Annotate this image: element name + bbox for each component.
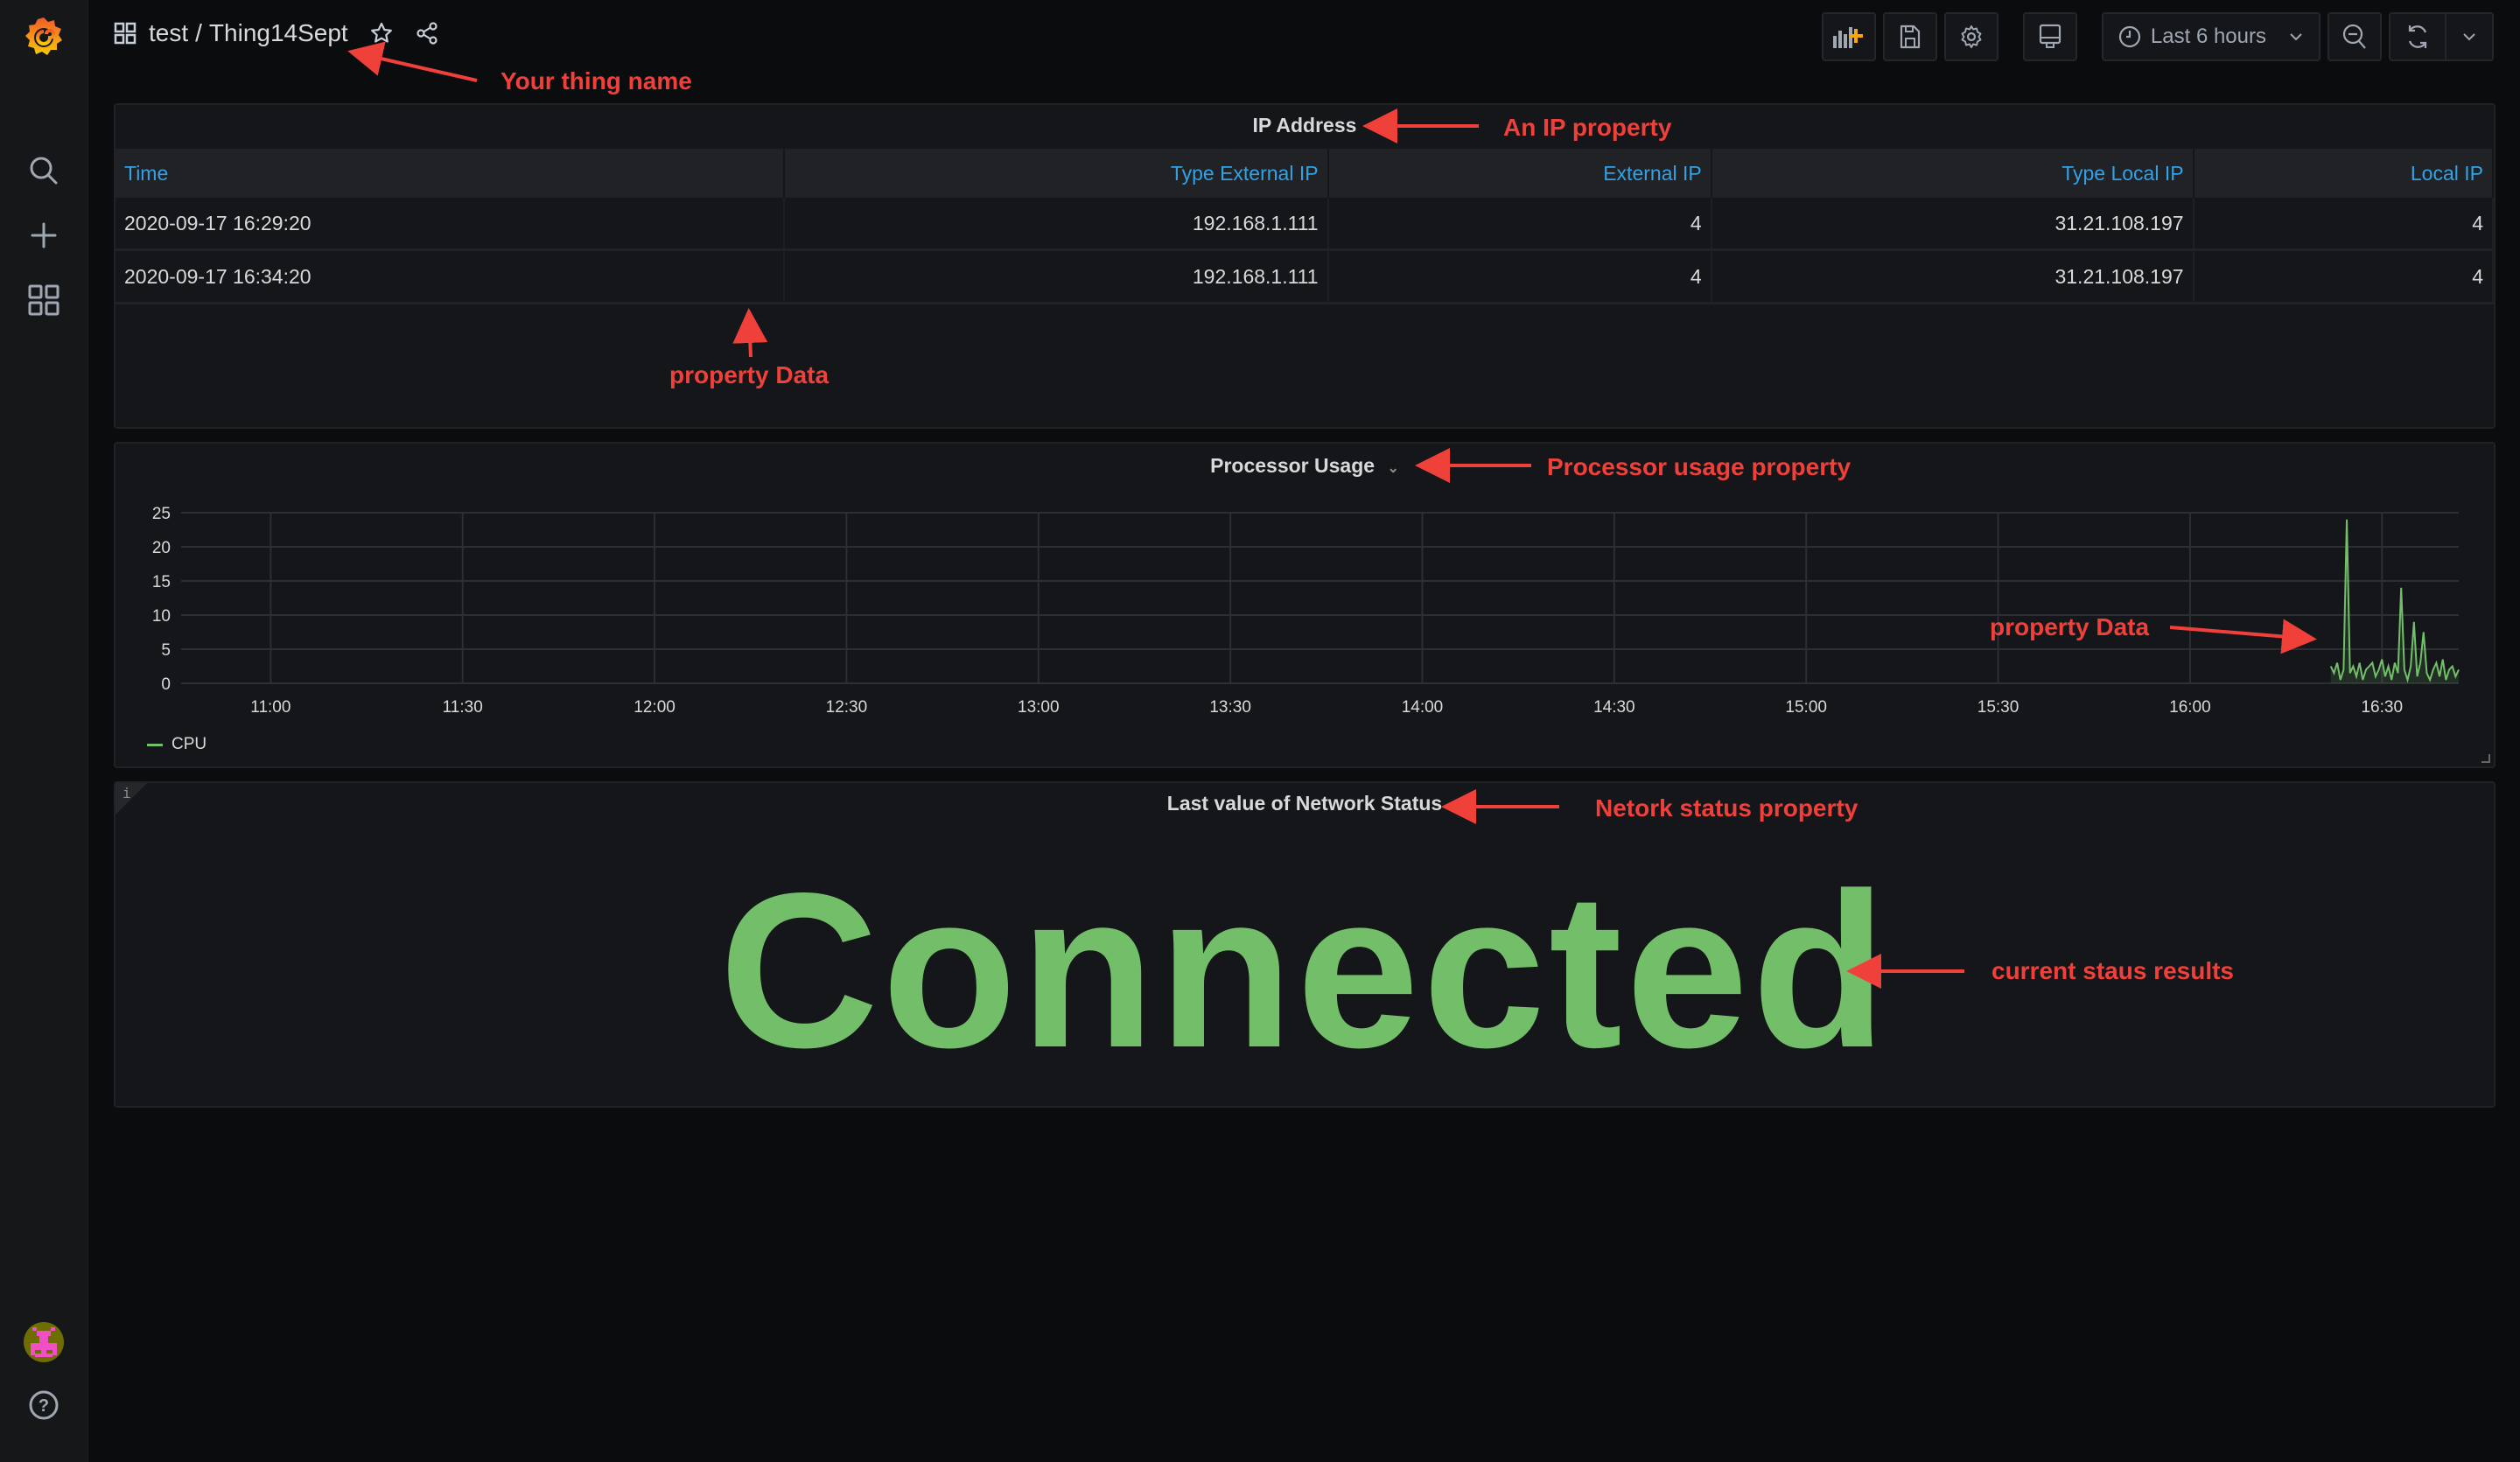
dashboard-header: test / Thing14Sept Last 6 hours: [88, 0, 2520, 74]
svg-text:?: ?: [38, 1396, 49, 1416]
gear-icon: [1961, 25, 1982, 48]
add-panel-icon: [1832, 27, 1863, 48]
column-header[interactable]: Type External IP: [784, 149, 1329, 198]
table-cell: 4: [1327, 198, 1712, 251]
tv-mode-button[interactable]: [2022, 12, 2077, 61]
table-cell: 2020-09-17 16:29:20: [116, 198, 786, 251]
zoom-out-button[interactable]: [2328, 12, 2382, 61]
processor-usage-panel: Processor Usage ⌄ 0 5 10 15 20 25 11:00 11:30 12…: [114, 442, 2496, 768]
x-tick-label: 11:00: [250, 698, 290, 717]
annotation-property-data: property Data: [1990, 613, 2150, 640]
x-tick-label: 14:00: [1402, 698, 1444, 717]
plus-icon: [31, 222, 57, 248]
sidebar-help[interactable]: ?: [0, 1377, 88, 1433]
annotation-network-property: Netork status property: [1595, 794, 1858, 822]
monitor-icon: [2039, 24, 2062, 48]
share-icon[interactable]: [415, 21, 439, 45]
legend-label-cpu: CPU: [172, 735, 207, 753]
save-dashboard-button[interactable]: [1882, 12, 1937, 61]
x-tick-label: 16:00: [2169, 698, 2211, 717]
chevron-down-icon: [2463, 33, 2475, 41]
table-cell: 4: [1327, 249, 1712, 304]
panel-resize-handle[interactable]: [2482, 754, 2490, 763]
time-range-picker[interactable]: Last 6 hours: [2101, 12, 2320, 61]
star-icon[interactable]: [369, 21, 394, 45]
cpu-chart[interactable]: 0 5 10 15 20 25 11:00 11:30 12:00 12:30 13:00 13:30…: [116, 444, 2494, 766]
y-tick-label: 5: [161, 641, 171, 660]
table-cell: 4: [2193, 198, 2495, 251]
x-tick-label: 12:00: [634, 698, 676, 717]
series-line-cpu: [2329, 519, 2460, 683]
x-tick-label: 11:30: [443, 698, 483, 717]
annotation-ip-property: An IP property: [1503, 114, 1672, 141]
grafana-logo[interactable]: [0, 9, 88, 65]
sidebar-dashboards[interactable]: [0, 272, 88, 328]
table-cell: 2020-09-17 16:34:20: [116, 249, 786, 304]
panel-title[interactable]: IP Address: [116, 114, 2494, 137]
refresh-button[interactable]: [2390, 14, 2445, 59]
y-tick-label: 25: [152, 505, 171, 523]
network-status-panel: i Last value of Network Status Connected: [114, 781, 2496, 1108]
y-tick-label: 15: [152, 573, 171, 591]
refresh-icon: [2408, 25, 2427, 48]
annotation-processor-property: Processor usage property: [1547, 453, 1852, 480]
dashboard-grid-icon: [114, 22, 136, 45]
grafana-logo-icon: [25, 17, 62, 55]
x-tick-label: 16:30: [2361, 698, 2403, 717]
add-panel-button[interactable]: [1821, 12, 1876, 61]
column-header[interactable]: Type Local IP: [1711, 149, 2194, 198]
table-header-row: Time Type External IP External IP Type Loca…: [116, 149, 2495, 198]
x-tick-label: 13:00: [1018, 698, 1060, 717]
ip-address-panel: IP Address Time Type External IP External …: [114, 103, 2496, 429]
column-header[interactable]: External IP: [1327, 149, 1712, 198]
save-icon: [1900, 24, 1921, 49]
refresh-button-group: [2389, 12, 2494, 61]
avatar-icon: [24, 1322, 64, 1362]
y-tick-label: 0: [161, 675, 171, 694]
dashboard-title[interactable]: Thing14Sept: [209, 19, 348, 47]
dashboard-toolbar: Last 6 hours: [1821, 12, 2494, 61]
search-icon: [30, 157, 58, 185]
table-cell: 31.21.108.197: [1711, 198, 2194, 251]
ip-table: Time Type External IP External IP Type Loca…: [116, 149, 2495, 304]
chart-legend[interactable]: CPU: [147, 735, 206, 754]
column-header[interactable]: Time: [116, 149, 786, 198]
legend-swatch: [147, 743, 163, 746]
dashboard-settings-button[interactable]: [1943, 12, 1998, 61]
panel-title[interactable]: Last value of Network Status: [116, 792, 2494, 815]
x-tick-label: 15:00: [1785, 698, 1827, 717]
column-header[interactable]: Local IP: [2193, 149, 2495, 198]
sidebar: ?: [0, 0, 88, 1462]
sidebar-search[interactable]: [0, 143, 88, 199]
x-tick-label: 13:30: [1209, 698, 1251, 717]
x-tick-label: 15:30: [1978, 698, 2020, 717]
table-cell: 4: [2193, 249, 2495, 304]
table-row: 2020-09-17 16:29:20 192.168.1.111 4 31.21.1…: [116, 198, 2495, 251]
user-avatar[interactable]: [0, 1314, 88, 1370]
breadcrumb-folder[interactable]: test: [149, 19, 188, 47]
table-cell: 192.168.1.111: [784, 249, 1329, 304]
x-tick-label: 12:30: [826, 698, 868, 717]
y-tick-label: 10: [152, 607, 171, 626]
breadcrumb: test / Thing14Sept: [114, 19, 439, 47]
breadcrumb-separator: /: [195, 19, 202, 46]
y-tick-label: 20: [152, 539, 171, 557]
zoom-out-icon: [2342, 24, 2366, 49]
dashboards-icon: [28, 284, 60, 316]
table-cell: 192.168.1.111: [784, 198, 1329, 251]
time-range-label: Last 6 hours: [2150, 24, 2266, 48]
refresh-interval-dropdown[interactable]: [2445, 14, 2492, 59]
chevron-down-icon: [2290, 33, 2302, 41]
annotation-property-data: property Data: [669, 361, 830, 388]
sidebar-create[interactable]: [0, 207, 88, 263]
x-tick-label: 14:30: [1593, 698, 1635, 717]
clock-icon: [2118, 25, 2141, 48]
annotation-status-results: current staus results: [1992, 957, 2234, 984]
help-icon: ?: [29, 1390, 59, 1420]
table-row: 2020-09-17 16:34:20 192.168.1.111 4 31.21.1…: [116, 249, 2495, 304]
annotation-thing-name: Your thing name: [500, 67, 692, 94]
table-cell: 31.21.108.197: [1711, 249, 2194, 304]
